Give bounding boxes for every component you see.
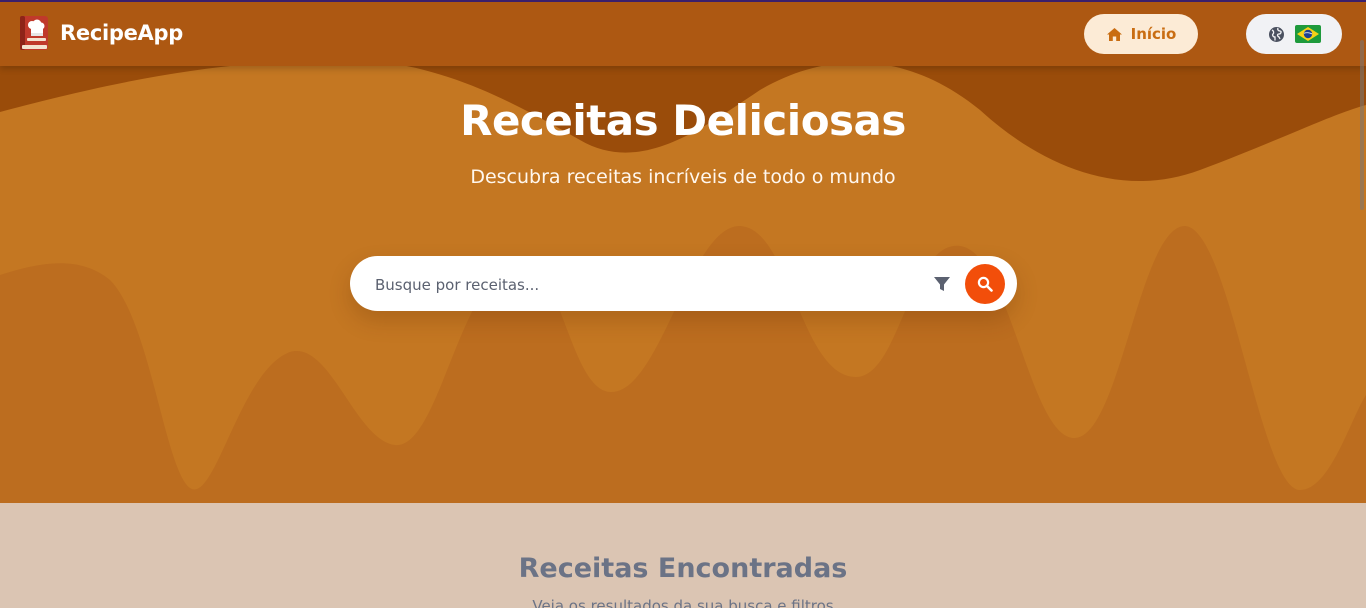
brazil-flag-icon xyxy=(1294,25,1321,43)
hero-title: Receitas Deliciosas xyxy=(460,96,906,145)
search-input[interactable] xyxy=(373,266,917,303)
recipe-book-icon xyxy=(20,16,48,50)
hero-waves-decoration xyxy=(0,58,1366,503)
page-scrollbar[interactable] xyxy=(1358,0,1366,608)
home-button[interactable]: Início xyxy=(1084,14,1198,54)
results-section: Receitas Encontradas Veja os resultados … xyxy=(0,503,1366,608)
page: Receitas Deliciosas Descubra receitas in… xyxy=(0,0,1366,608)
hero-subtitle: Descubra receitas incríveis de todo o mu… xyxy=(470,166,896,188)
search-icon xyxy=(977,276,993,292)
scrollbar-thumb[interactable] xyxy=(1360,40,1364,210)
brand-logo-link[interactable]: RecipeApp xyxy=(19,15,183,51)
hero-section: Receitas Deliciosas Descubra receitas in… xyxy=(0,0,1366,503)
search-button[interactable] xyxy=(965,264,1005,304)
filter-button[interactable] xyxy=(930,272,954,296)
filter-icon xyxy=(934,277,950,291)
results-title: Receitas Encontradas xyxy=(518,553,848,584)
search-bar xyxy=(350,256,1017,311)
language-selector-button[interactable] xyxy=(1246,14,1342,54)
top-border-line xyxy=(0,0,1366,2)
results-subtitle: Veja os resultados da sua busca e filtro… xyxy=(532,597,834,608)
brand-name: RecipeApp xyxy=(60,21,183,45)
home-icon xyxy=(1106,27,1122,41)
home-button-label: Início xyxy=(1130,25,1177,43)
top-navbar: RecipeApp Início xyxy=(0,0,1366,66)
globe-icon xyxy=(1268,26,1284,42)
